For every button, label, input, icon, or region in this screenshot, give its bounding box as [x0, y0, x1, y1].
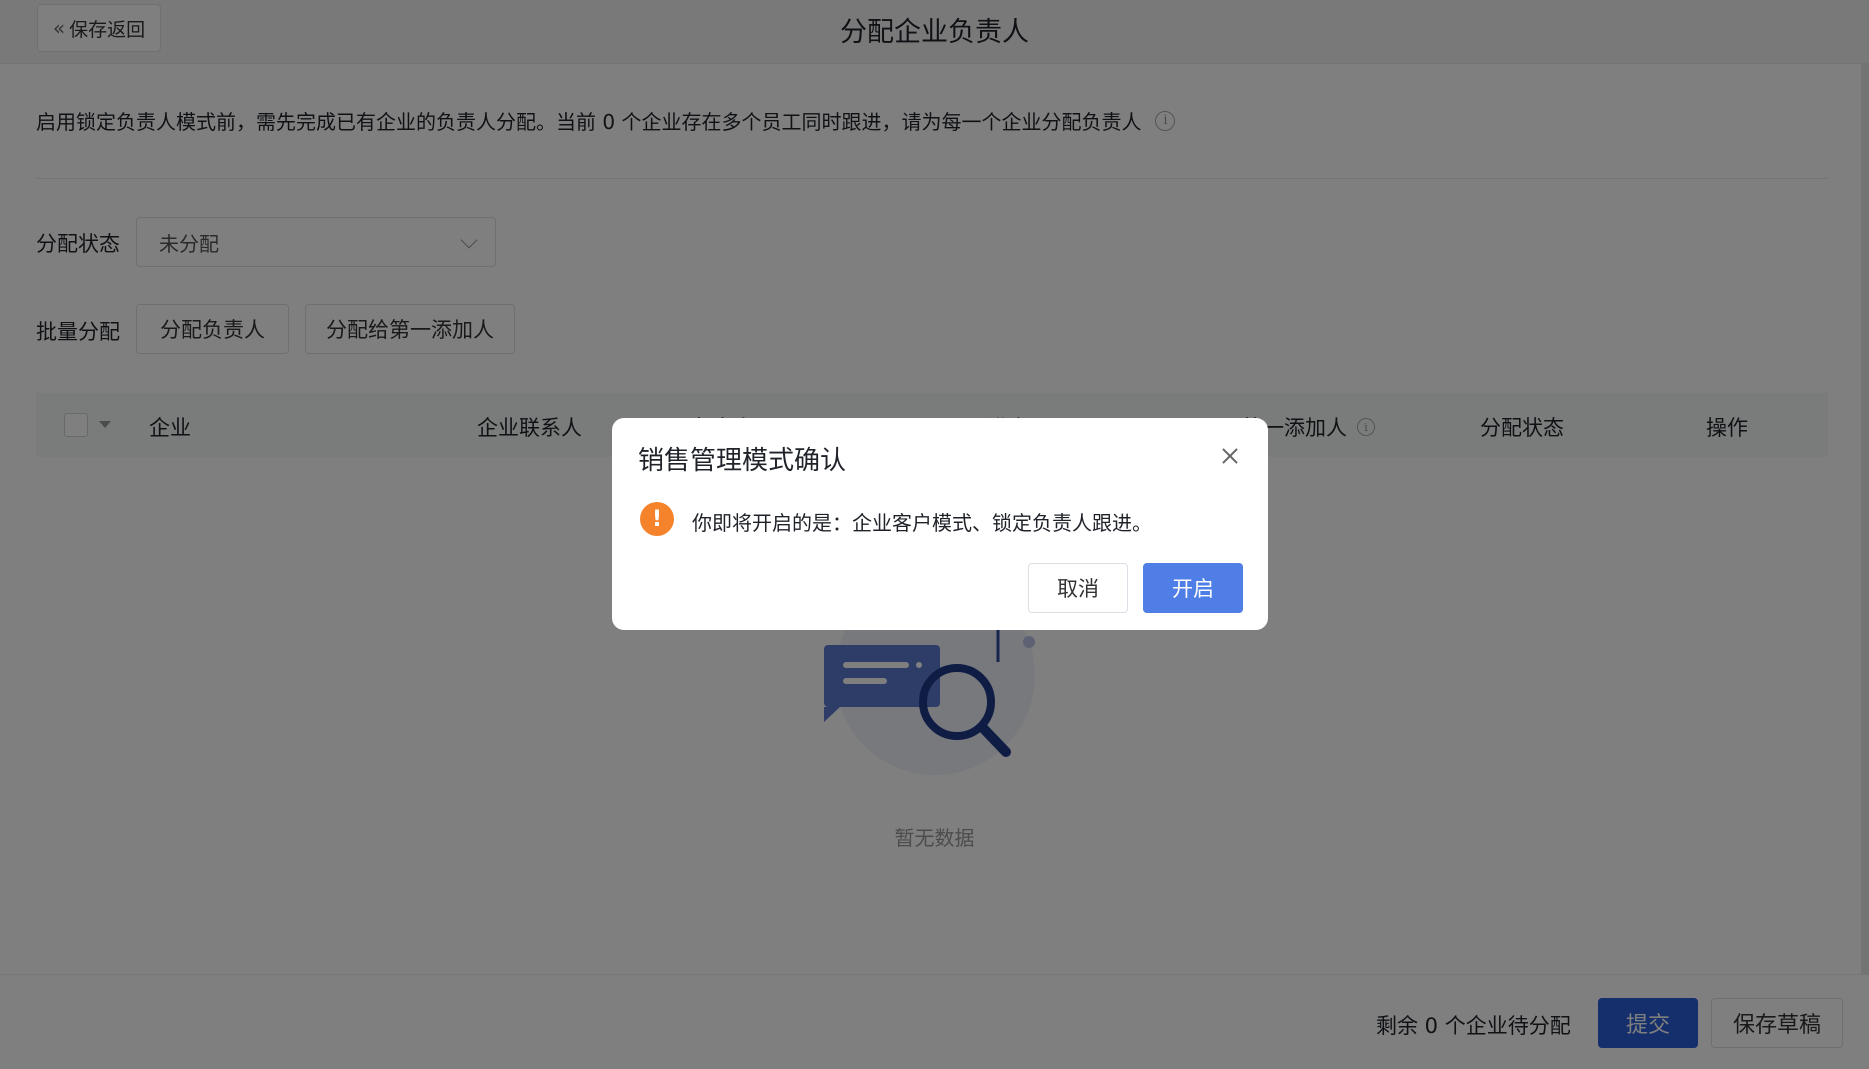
warning-icon: !: [640, 502, 674, 536]
confirm-modal: 销售管理模式确认 ! 你即将开启的是：企业客户模式、锁定负责人跟进。 取消 开启: [612, 418, 1268, 630]
cancel-button[interactable]: 取消: [1028, 563, 1128, 613]
enable-button[interactable]: 开启: [1143, 563, 1243, 613]
close-icon[interactable]: [1218, 444, 1242, 468]
modal-title: 销售管理模式确认: [638, 446, 847, 476]
modal-message: 你即将开启的是：企业客户模式、锁定负责人跟进。: [692, 511, 1152, 535]
